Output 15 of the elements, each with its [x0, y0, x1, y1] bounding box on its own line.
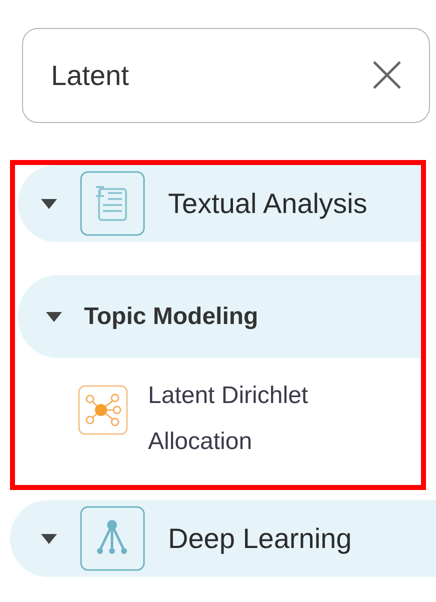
caret-icon[interactable] [45, 310, 63, 322]
category-row[interactable]: Deep Learning [10, 500, 436, 577]
group-row[interactable]: Topic Modeling [18, 275, 421, 358]
category-row[interactable]: Textual Analysis [18, 165, 421, 242]
category-label: Deep Learning [168, 522, 352, 554]
document-icon [80, 171, 145, 236]
hierarchy-icon [80, 506, 145, 571]
network-icon [78, 385, 128, 435]
caret-icon[interactable] [40, 532, 58, 544]
group-label: Topic Modeling [84, 302, 258, 330]
clear-icon[interactable] [372, 60, 402, 90]
category-label: Textual Analysis [168, 188, 368, 220]
algorithm-item[interactable]: Latent Dirichlet Allocation [148, 373, 368, 465]
caret-icon[interactable] [40, 198, 58, 210]
search-field[interactable]: Latent [22, 28, 430, 123]
